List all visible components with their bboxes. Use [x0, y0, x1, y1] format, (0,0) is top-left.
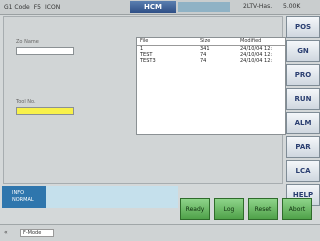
message-box: INFO NORMAL: [2, 186, 46, 208]
ready-button[interactable]: Ready: [180, 198, 210, 220]
fn-label: F5: [33, 3, 42, 11]
reset-button[interactable]: Reset: [248, 198, 278, 220]
mode-label: ICON: [45, 3, 61, 11]
row-3-name: TEST3: [140, 58, 156, 64]
info-bar: [46, 186, 178, 208]
list-header: File Size Modified: [137, 38, 285, 46]
file-list[interactable]: File Size Modified 1 341 24/10/04 12: TE…: [136, 37, 286, 135]
cnc-screen: G1 Code F5 ICON HCM 2LTV-Has. 5.00K Zo N…: [0, 0, 320, 241]
menu-pro-button[interactable]: PRO: [286, 64, 320, 86]
bottom-bar: « F-Mode: [0, 224, 320, 241]
menu-pos-button[interactable]: POS: [286, 16, 320, 38]
hcm-badge: HCM: [130, 1, 176, 13]
menu-alm-button[interactable]: ALM: [286, 112, 320, 134]
log-button[interactable]: Log: [214, 198, 244, 220]
menu-run-button[interactable]: RUN: [286, 88, 320, 110]
tool-number-label: Tool No.: [16, 99, 36, 105]
col-modified: Modified: [240, 38, 262, 44]
mode-tab[interactable]: F-Mode: [20, 229, 54, 237]
status-indicator: [178, 2, 230, 12]
menu-lca-button[interactable]: LCA: [286, 160, 320, 182]
back-icon[interactable]: «: [4, 229, 8, 236]
row-3-size: 74: [200, 58, 207, 64]
gcode-label: G1 Code: [4, 3, 30, 11]
menu-gn-button[interactable]: GN: [286, 40, 320, 62]
top-right-value: 5.00K: [283, 3, 301, 10]
zone-name-label: Zo Name: [16, 39, 39, 45]
message-line-1: INFO: [12, 190, 25, 196]
menu-par-button[interactable]: PAR: [286, 136, 320, 158]
message-line-2: NORMAL: [12, 197, 34, 203]
abort-button[interactable]: Abort: [282, 198, 312, 220]
tool-number-field[interactable]: [16, 107, 74, 115]
top-status-bar: G1 Code F5 ICON HCM 2LTV-Has. 5.00K: [0, 0, 320, 15]
list-row-3[interactable]: TEST3 74 24/10/04 12:: [137, 58, 285, 64]
status-text: 2LTV-Has.: [243, 3, 273, 10]
main-panel: Zo Name Tool No. File Size Modified 1 34…: [3, 16, 286, 184]
side-menu: POS GN PRO RUN ALM PAR LCA HELP: [286, 16, 320, 208]
col-size: Size: [200, 38, 211, 44]
zone-name-field[interactable]: [16, 47, 74, 55]
row-3-mod: 24/10/04 12:: [240, 58, 273, 64]
col-file: File: [140, 38, 149, 44]
